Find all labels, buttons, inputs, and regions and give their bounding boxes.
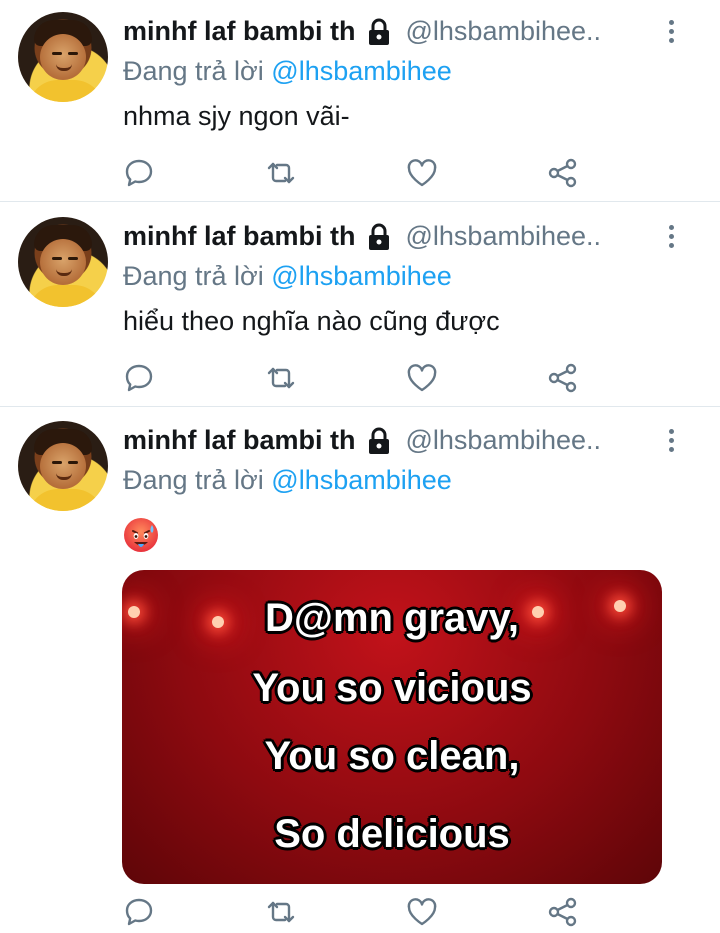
reply-mention-link[interactable]: @lhsbambihee xyxy=(271,261,452,291)
handle[interactable]: @lhsbambihee.. xyxy=(406,425,602,456)
reply-icon[interactable] xyxy=(122,361,156,395)
avatar[interactable] xyxy=(18,421,108,511)
avatar[interactable] xyxy=(18,12,108,102)
action-bar xyxy=(0,156,720,196)
tweet[interactable]: minhf laf bambi th @lhsbambihee.. Đang t… xyxy=(0,205,720,405)
reply-mention-link[interactable]: @lhsbambihee xyxy=(271,56,452,86)
display-name[interactable]: minhf laf bambi th xyxy=(123,221,356,252)
display-name[interactable]: minhf laf bambi th xyxy=(123,425,356,456)
reply-prefix: Đang trả lời xyxy=(123,465,264,495)
reply-context: Đang trả lời @lhsbambihee xyxy=(123,465,452,496)
handle[interactable]: @lhsbambihee.. xyxy=(406,221,602,252)
heart-icon[interactable] xyxy=(405,895,439,929)
divider xyxy=(0,201,720,202)
lyric-line: You so vicious xyxy=(252,666,532,710)
lyric-line: D@mn gravy, xyxy=(265,596,519,640)
tweet[interactable]: minhf laf bambi th @lhsbambihee.. Đang t… xyxy=(0,0,720,200)
reply-prefix: Đang trả lời xyxy=(123,56,264,86)
lock-icon xyxy=(364,222,394,252)
display-name[interactable]: minhf laf bambi th xyxy=(123,16,356,47)
share-icon[interactable] xyxy=(546,895,580,929)
reply-context: Đang trả lời @lhsbambihee xyxy=(123,56,452,87)
retweet-icon[interactable] xyxy=(264,895,298,929)
reply-icon[interactable] xyxy=(122,156,156,190)
author-row: minhf laf bambi th @lhsbambihee.. xyxy=(123,425,601,456)
action-bar xyxy=(0,895,720,933)
author-row: minhf laf bambi th @lhsbambihee.. xyxy=(123,221,601,252)
author-row: minhf laf bambi th @lhsbambihee.. xyxy=(123,16,601,47)
lyric-line: So delicious xyxy=(274,812,510,856)
hot-face-emoji xyxy=(122,516,160,554)
tweet[interactable]: minhf laf bambi th @lhsbambihee.. Đang t… xyxy=(0,409,720,933)
reply-mention-link[interactable]: @lhsbambihee xyxy=(271,465,452,495)
retweet-icon[interactable] xyxy=(264,361,298,395)
tweet-text: hiểu theo nghĩa nào cũng được xyxy=(123,306,500,336)
lock-icon xyxy=(364,17,394,47)
action-bar xyxy=(0,361,720,401)
tweet-text: nhma sjy ngon vãi- xyxy=(123,101,350,131)
lyric-line: You so clean, xyxy=(264,734,520,778)
share-icon[interactable] xyxy=(546,156,580,190)
more-vertical-icon[interactable] xyxy=(664,429,678,455)
avatar[interactable] xyxy=(18,217,108,307)
more-vertical-icon[interactable] xyxy=(664,20,678,46)
more-vertical-icon[interactable] xyxy=(664,225,678,251)
heart-icon[interactable] xyxy=(405,156,439,190)
retweet-icon[interactable] xyxy=(264,156,298,190)
reply-icon[interactable] xyxy=(122,895,156,929)
heart-icon[interactable] xyxy=(405,361,439,395)
share-icon[interactable] xyxy=(546,361,580,395)
reply-context: Đang trả lời @lhsbambihee xyxy=(123,261,452,292)
reply-prefix: Đang trả lời xyxy=(123,261,264,291)
media-image[interactable]: D@mn gravy, You so vicious You so clean,… xyxy=(122,570,662,884)
divider xyxy=(0,406,720,407)
lock-icon xyxy=(364,426,394,456)
handle[interactable]: @lhsbambihee.. xyxy=(406,16,602,47)
